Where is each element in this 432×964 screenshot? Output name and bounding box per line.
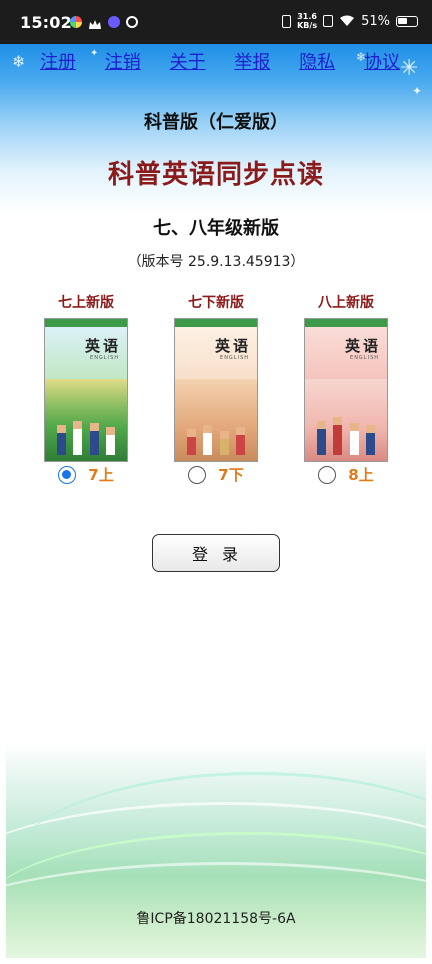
book-7a: 七上新版 英语 ENGLISH 7上 xyxy=(30,292,142,484)
nav-privacy[interactable]: 隐私 xyxy=(299,48,335,74)
snowflake-icon: ✳ xyxy=(400,56,419,81)
status-time: 15:02 xyxy=(20,13,72,32)
battery-percent: 51% xyxy=(361,13,390,29)
snowflake-icon: ✦ xyxy=(412,84,423,98)
cover-title: 英语 xyxy=(344,337,381,355)
book-title: 八上新版 xyxy=(318,295,374,311)
cover-title: 英语 xyxy=(214,337,251,355)
book-8a: 八上新版 英语 ENGLISH 8上 xyxy=(290,292,402,484)
nav-register[interactable]: 注册 xyxy=(40,48,76,74)
book-cover-7b[interactable]: 英语 ENGLISH xyxy=(174,318,258,462)
radio-label[interactable]: 7下 xyxy=(218,464,243,485)
crown-icon xyxy=(88,16,102,29)
book-cover-7a[interactable]: 英语 ENGLISH xyxy=(44,318,128,462)
speed-unit: KB/s xyxy=(297,21,318,30)
option-row: 7下 xyxy=(160,464,272,485)
book-7b: 七下新版 英语 ENGLISH 7下 xyxy=(160,292,272,484)
radio-label[interactable]: 7上 xyxy=(88,464,113,485)
cover-subtitle: ENGLISH xyxy=(90,355,119,361)
book-cover-8a[interactable]: 英语 ENGLISH xyxy=(304,318,388,462)
nav-about[interactable]: 关于 xyxy=(170,48,206,74)
radio-7b[interactable] xyxy=(188,465,207,484)
wifi-icon xyxy=(340,15,355,26)
top-nav: 注册 注销 关于 举报 隐私 协议 xyxy=(40,48,400,74)
page-title: 科普英语同步点读 xyxy=(107,160,324,190)
option-row: 7上 xyxy=(30,464,142,485)
status-bar: 15:02 31.6 KB/s 51% xyxy=(0,0,432,44)
speed-value: 31.6 xyxy=(297,12,317,21)
link-icon xyxy=(126,16,138,28)
radio-8a[interactable] xyxy=(318,465,337,484)
battery-icon xyxy=(396,15,418,27)
edition-label: 科普版（仁爱版） xyxy=(144,112,288,133)
option-row: 8上 xyxy=(290,464,402,485)
version-label: （版本号 25.9.13.45913） xyxy=(127,254,305,270)
snowflake-icon: ❄ xyxy=(12,52,26,71)
nav-report[interactable]: 举报 xyxy=(234,48,270,74)
radio-7a[interactable] xyxy=(58,465,77,484)
radio-label[interactable]: 8上 xyxy=(348,464,373,485)
sim-icon xyxy=(323,15,334,27)
app-icon xyxy=(70,16,82,28)
cover-title: 英语 xyxy=(84,337,121,355)
icp-footer[interactable]: 鲁ICP备18021158号-6A xyxy=(0,908,432,928)
notification-icons xyxy=(70,16,138,29)
cover-subtitle: ENGLISH xyxy=(350,355,379,361)
cover-subtitle: ENGLISH xyxy=(220,355,249,361)
book-title: 七下新版 xyxy=(188,295,244,311)
play-icon xyxy=(108,16,120,28)
vibrate-icon xyxy=(282,14,292,28)
nav-agreement[interactable]: 协议 xyxy=(364,48,400,74)
status-right: 31.6 KB/s 51% xyxy=(282,12,418,30)
book-title: 七上新版 xyxy=(58,295,114,311)
network-speed: 31.6 KB/s xyxy=(297,12,317,30)
nav-logout[interactable]: 注销 xyxy=(105,48,141,74)
login-button[interactable]: 登录 xyxy=(152,534,280,572)
grade-subtitle: 七、八年级新版 xyxy=(153,218,279,239)
